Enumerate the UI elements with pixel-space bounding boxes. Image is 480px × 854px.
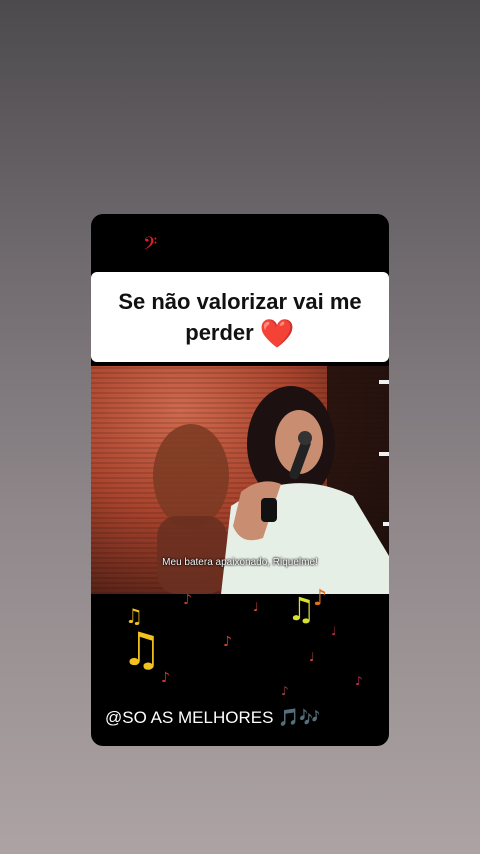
- caption-box: Se não valorizar vai me perder ❤️: [91, 272, 389, 362]
- footer-label: @SO AS MELHORES 🎵🎶: [105, 708, 321, 728]
- music-note-icon: ♪: [355, 674, 363, 688]
- story-card[interactable]: 𝄢 Se não valorizar vai me perder ❤️ Meu …: [91, 214, 389, 746]
- music-note-icon: ♪: [281, 684, 289, 698]
- music-note-icon: ♫: [121, 622, 163, 676]
- heart-icon: ❤️: [259, 317, 295, 349]
- music-note-icon: ♫: [287, 590, 316, 628]
- music-note-icon: ♩: [309, 650, 315, 664]
- music-notes-icon: 🎵🎶: [278, 708, 321, 727]
- music-note-icon: ♩: [253, 600, 259, 614]
- music-note-icon: ♪: [183, 592, 192, 608]
- caption-line-2: perder: [185, 319, 254, 345]
- video-subtitle: Meu batera apaixonado, Riquelme!: [162, 557, 318, 568]
- music-note-icon: ♪: [313, 586, 328, 611]
- music-note-icon: ♪: [223, 634, 232, 650]
- video-frame[interactable]: Meu batera apaixonado, Riquelme!: [91, 366, 389, 594]
- caption-text: Se não valorizar vai me perder ❤️: [118, 286, 361, 349]
- bass-clef-icon: 𝄢: [143, 234, 158, 259]
- caption-line-1: Se não valorizar vai me: [118, 288, 362, 314]
- music-note-icon: ♩: [331, 624, 337, 638]
- music-note-icon: ♪: [161, 670, 170, 686]
- footer-handle: @SO AS MELHORES: [105, 708, 274, 727]
